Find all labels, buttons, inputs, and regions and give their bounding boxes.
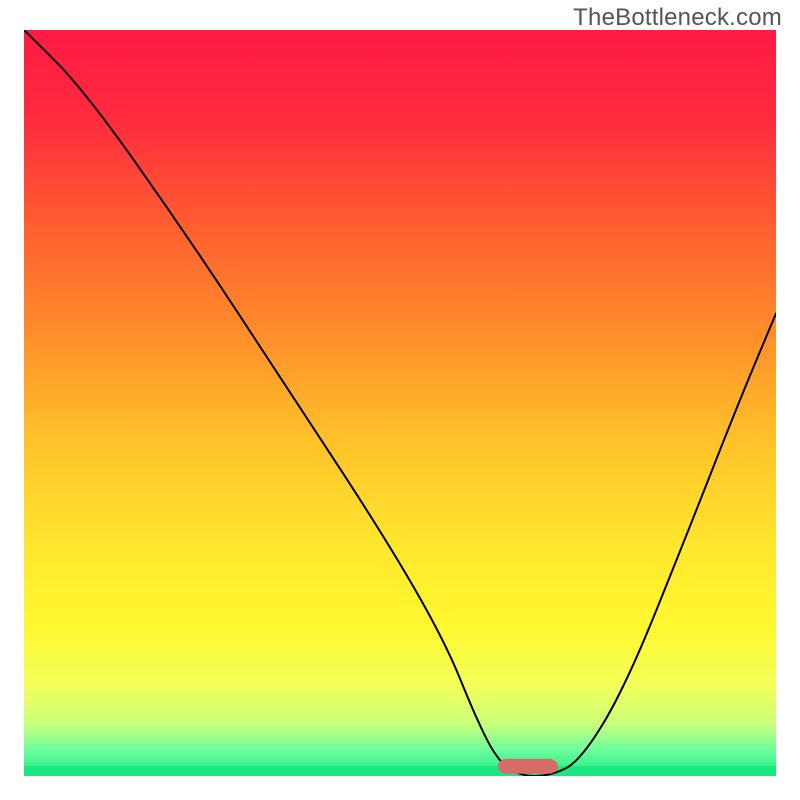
chart-background [24,30,776,776]
watermark-text: TheBottleneck.com [573,4,782,32]
chart-area [24,30,776,776]
baseline-band [24,766,776,776]
stage: TheBottleneck.com [0,0,800,800]
chart-svg [24,30,776,776]
optimal-marker [498,759,558,774]
